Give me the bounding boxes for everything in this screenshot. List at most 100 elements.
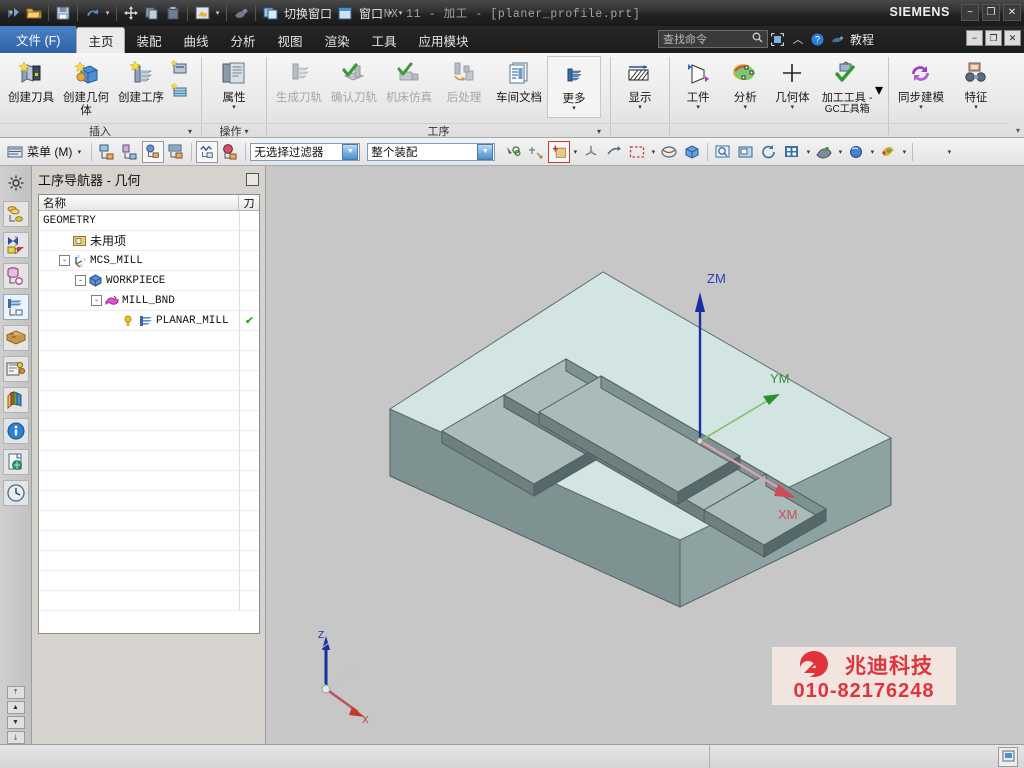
assembly-navigator-icon[interactable] xyxy=(2,201,29,227)
part-navigator-icon[interactable] xyxy=(2,263,29,289)
cube-view-icon[interactable] xyxy=(681,141,703,163)
tab-view[interactable]: 视图 xyxy=(267,27,314,53)
program-order-view-icon[interactable] xyxy=(96,141,118,163)
operation-dialog-launcher[interactable]: ▾ xyxy=(244,127,248,136)
menu-caret-icon[interactable]: ▾ xyxy=(75,148,83,156)
wcs-icon[interactable] xyxy=(580,141,602,163)
scroll-up-icon[interactable]: ▲ xyxy=(6,701,25,714)
menu-button[interactable]: 菜单 (M) ▾ xyxy=(27,143,87,160)
create-program-icon[interactable] xyxy=(169,58,191,78)
tree-node-workpiece[interactable]: - WORKPIECE xyxy=(39,270,259,291)
create-tool-button[interactable]: 创建刀具 xyxy=(4,56,58,105)
feature-dropdown-icon[interactable]: ▾ xyxy=(974,104,978,111)
geometry-button[interactable]: 几何体 ▾ xyxy=(769,56,815,111)
resource-settings-icon[interactable] xyxy=(3,170,29,196)
doc-close-button[interactable]: ✕ xyxy=(1004,30,1021,46)
tab-curve[interactable]: 曲线 xyxy=(172,27,219,53)
render-style-dropdown-icon[interactable]: ▾ xyxy=(868,148,876,156)
paste-icon[interactable] xyxy=(163,3,183,23)
scroll-down-icon[interactable]: ▼ xyxy=(6,716,25,729)
switch-window-label[interactable]: 切换窗口 xyxy=(281,5,334,22)
select-objects-icon[interactable] xyxy=(502,141,524,163)
display-dropdown-icon[interactable]: ▾ xyxy=(638,104,642,111)
snap-point-icon[interactable] xyxy=(525,141,547,163)
pin-icon[interactable] xyxy=(246,172,259,186)
help-icon[interactable]: ? xyxy=(808,29,828,49)
insert-dialog-launcher[interactable]: ▾ xyxy=(188,127,192,136)
toolpath-icon[interactable] xyxy=(196,140,219,163)
undo-dropdown-icon[interactable]: ▾ xyxy=(103,9,112,17)
synchronous-modeling-dropdown-icon[interactable]: ▾ xyxy=(919,104,923,111)
create-method-icon[interactable] xyxy=(169,80,191,100)
selection-filter-arrow-icon[interactable]: ▼ xyxy=(342,143,359,160)
operation-navigator-icon[interactable] xyxy=(2,294,29,320)
synchronous-modeling-button[interactable]: 同步建模 ▾ xyxy=(894,56,948,111)
workpiece-dropdown-icon[interactable]: ▾ xyxy=(696,104,700,111)
analysis-button[interactable]: 分析 ▾ xyxy=(722,56,768,111)
tree-node-mill-bnd[interactable]: - MILL_BND xyxy=(39,290,259,311)
generate-toolpath-button[interactable]: 生成刀轨 xyxy=(272,56,326,105)
tab-analysis[interactable]: 分析 xyxy=(219,27,266,53)
rotate-icon[interactable] xyxy=(658,141,680,163)
tutorial-icon[interactable] xyxy=(828,29,848,49)
minimize-button[interactable]: − xyxy=(961,4,979,21)
collapse-ribbon-icon[interactable]: ︿ xyxy=(788,29,808,49)
selection-filter-combo[interactable]: 无选择过滤器 ▼ xyxy=(250,142,361,161)
paint-icon[interactable] xyxy=(231,3,251,23)
scroll-top-icon[interactable]: ⤒ xyxy=(6,686,25,699)
background-color-dropdown-icon[interactable]: ▾ xyxy=(900,148,908,156)
column-name[interactable]: 名称 xyxy=(39,195,239,210)
nx-logo-icon[interactable] xyxy=(3,3,23,23)
close-button[interactable]: ✕ xyxy=(1003,4,1021,21)
verify-toolpath-button[interactable]: 确认刀轨 xyxy=(327,56,381,105)
assembly-scope-arrow-icon[interactable]: ▼ xyxy=(477,143,494,160)
zoom-window-icon[interactable] xyxy=(735,141,757,163)
machine-simulation-button[interactable]: 机床仿真 xyxy=(382,56,436,105)
switch-window-icon[interactable] xyxy=(260,3,280,23)
add-object-dropdown-icon[interactable]: ▾ xyxy=(571,148,579,156)
create-operation-button[interactable]: 创建工序 xyxy=(114,56,168,105)
toolbar2-overflow-icon[interactable]: ▾ xyxy=(945,148,953,156)
add-object-icon[interactable] xyxy=(548,140,571,163)
simulate-icon[interactable] xyxy=(219,141,241,163)
history-info-icon[interactable] xyxy=(2,418,29,444)
tree-node-mcs-mill[interactable]: - Z Y X MCS_MILL xyxy=(39,250,259,271)
create-geometry-button[interactable]: 创建几何体 xyxy=(59,56,113,117)
shade-icon[interactable] xyxy=(813,141,835,163)
zoom-fit-icon[interactable] xyxy=(712,141,734,163)
tab-assembly[interactable]: 装配 xyxy=(125,27,172,53)
move-object-icon[interactable] xyxy=(603,141,625,163)
reuse-library-icon[interactable] xyxy=(2,325,29,351)
tab-render[interactable]: 渲染 xyxy=(314,27,361,53)
properties-button[interactable]: 属性 ▾ xyxy=(207,56,261,111)
restore-button[interactable]: ❐ xyxy=(982,4,1000,21)
column-tool[interactable]: 刀 xyxy=(239,195,259,210)
tab-tools[interactable]: 工具 xyxy=(361,27,408,53)
tab-applications[interactable]: 应用模块 xyxy=(408,27,480,53)
window-icon[interactable] xyxy=(335,3,355,23)
open-icon[interactable] xyxy=(24,3,44,23)
fullscreen-icon[interactable] xyxy=(768,29,788,49)
rotate-view-icon[interactable] xyxy=(758,141,780,163)
display-button[interactable]: 显示 ▾ xyxy=(616,56,664,111)
search-icon[interactable] xyxy=(752,32,763,46)
assembly-scope-combo[interactable]: 整个装配 ▼ xyxy=(367,142,496,161)
background-color-icon[interactable] xyxy=(877,141,899,163)
gc-toolbox-button[interactable]: 加工工具 - GC工具箱 xyxy=(816,56,878,115)
orient-view-dropdown-icon[interactable]: ▾ xyxy=(804,148,812,156)
scroll-bottom-icon[interactable]: ⤓ xyxy=(6,731,25,744)
machining-method-view-icon[interactable] xyxy=(165,141,187,163)
history-icon[interactable] xyxy=(2,480,29,506)
more-dropdown-icon[interactable]: ▾ xyxy=(572,105,576,112)
rect-select-icon[interactable] xyxy=(626,141,648,163)
qat-overflow-icon[interactable]: ▾ xyxy=(396,9,405,17)
shop-documentation-button[interactable]: 车间文档 xyxy=(492,56,546,105)
tree-expander-icon[interactable]: - xyxy=(91,295,102,306)
process-studio-icon[interactable] xyxy=(2,449,29,475)
feature-button[interactable]: 特征 ▾ xyxy=(949,56,1003,111)
analysis-dropdown-icon[interactable]: ▾ xyxy=(743,104,747,111)
web-browser-icon[interactable] xyxy=(2,387,29,413)
doc-restore-button[interactable]: ❐ xyxy=(985,30,1002,46)
tab-file[interactable]: 文件 (F) xyxy=(0,26,77,53)
save-icon[interactable] xyxy=(53,3,73,23)
